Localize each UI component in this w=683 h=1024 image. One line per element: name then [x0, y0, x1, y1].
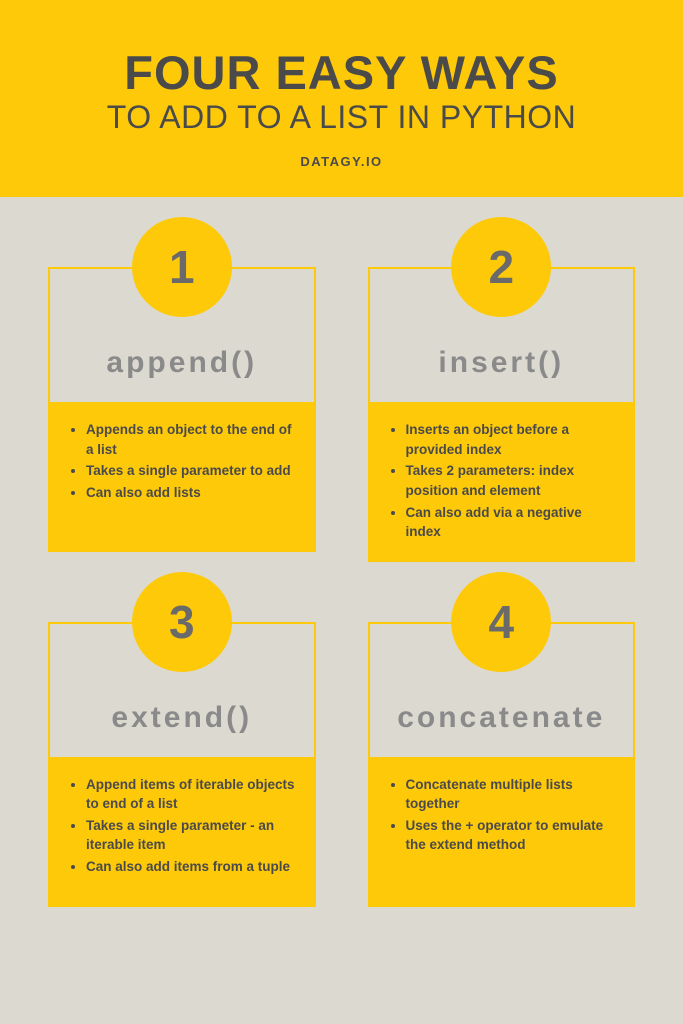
bullet-point: Can also add lists	[86, 483, 298, 503]
cards-grid: 1 append() Appends an object to the end …	[0, 197, 683, 946]
card-description: Append items of iterable objects to end …	[48, 757, 316, 907]
method-name: insert()	[438, 346, 564, 380]
bullet-point: Concatenate multiple lists together	[406, 775, 618, 814]
bullet-point: Inserts an object before a provided inde…	[406, 420, 618, 459]
bullet-point: Takes a single parameter to add	[86, 461, 298, 481]
card-description: Appends an object to the end of a list T…	[48, 402, 316, 552]
card-insert: 2 insert() Inserts an object before a pr…	[368, 267, 636, 561]
card-concatenate: 4 concatenate Concatenate multiple lists…	[368, 622, 636, 907]
bullet-point: Can also add via a negative index	[406, 503, 618, 542]
bullet-point: Takes a single parameter - an iterable i…	[86, 816, 298, 855]
card-append: 1 append() Appends an object to the end …	[48, 267, 316, 561]
card-number-badge: 2	[451, 217, 551, 317]
bullet-point: Uses the + operator to emulate the exten…	[406, 816, 618, 855]
bullet-point: Appends an object to the end of a list	[86, 420, 298, 459]
bullet-point: Can also add items from a tuple	[86, 857, 298, 877]
card-extend: 3 extend() Append items of iterable obje…	[48, 622, 316, 907]
website-label: DATAGY.IO	[40, 154, 643, 169]
card-number-badge: 3	[132, 572, 232, 672]
bullet-point: Takes 2 parameters: index position and e…	[406, 461, 618, 500]
card-description: Concatenate multiple lists together Uses…	[368, 757, 636, 907]
title-sub: TO ADD TO A LIST IN PYTHON	[40, 99, 643, 136]
card-description: Inserts an object before a provided inde…	[368, 402, 636, 561]
header-banner: FOUR EASY WAYS TO ADD TO A LIST IN PYTHO…	[0, 0, 683, 197]
bullet-point: Append items of iterable objects to end …	[86, 775, 298, 814]
method-name: append()	[106, 346, 257, 380]
method-name: extend()	[111, 701, 252, 735]
card-number-badge: 1	[132, 217, 232, 317]
title-main: FOUR EASY WAYS	[40, 48, 643, 97]
method-name: concatenate	[397, 701, 605, 735]
card-number-badge: 4	[451, 572, 551, 672]
